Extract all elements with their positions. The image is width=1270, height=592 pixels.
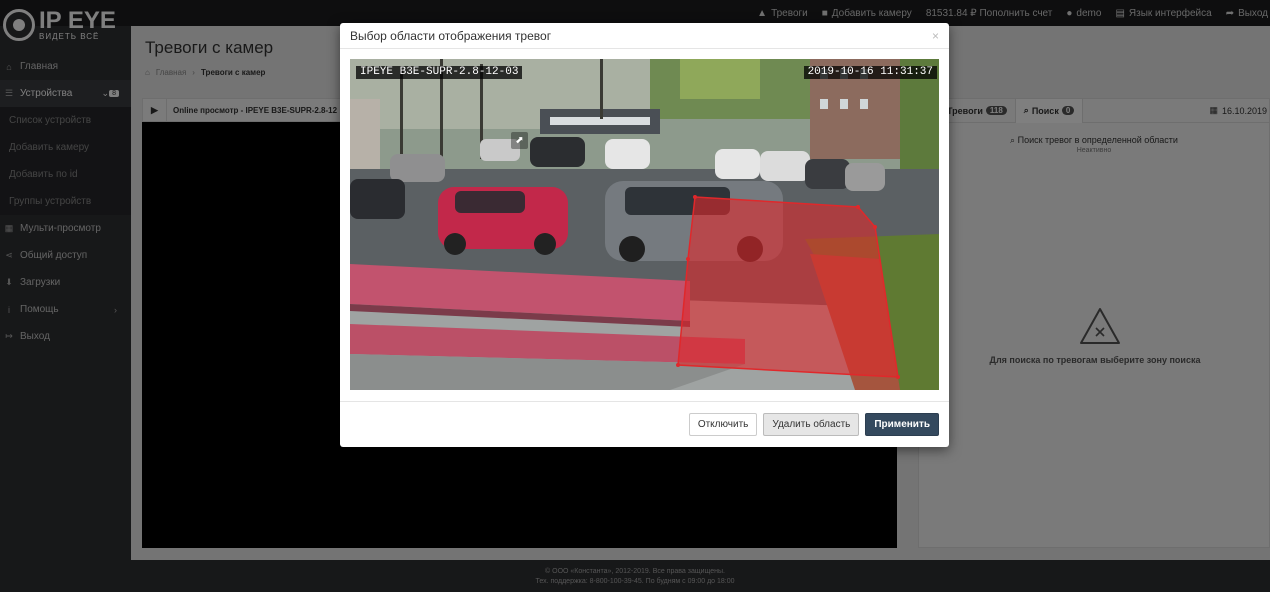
close-icon[interactable]: ×: [932, 29, 939, 43]
modal-title: Выбор области отображения тревог: [350, 28, 552, 43]
alarm-zone-polygon[interactable]: [677, 196, 899, 378]
camera-scene: [350, 59, 939, 390]
delete-area-button[interactable]: Удалить область: [763, 413, 860, 436]
osd-datetime: 2019-10-16 11:31:37: [803, 66, 937, 79]
alarm-zone-modal: Выбор области отображения тревог × IPEYE…: [340, 23, 949, 447]
apply-button[interactable]: Применить: [865, 413, 939, 436]
modal-body: IPEYE B3E-SUPR-2.8-12-03 2019-10-16 11:3…: [350, 59, 939, 390]
disable-button[interactable]: Отключить: [688, 413, 758, 436]
modal-footer: Отключить Удалить область Применить: [340, 401, 949, 447]
camera-snapshot[interactable]: IPEYE B3E-SUPR-2.8-12-03 2019-10-16 11:3…: [350, 59, 939, 390]
modal-header: Выбор области отображения тревог ×: [340, 23, 949, 49]
external-link-icon[interactable]: ⬈: [511, 132, 528, 149]
osd-camera-name: IPEYE B3E-SUPR-2.8-12-03: [356, 66, 523, 79]
